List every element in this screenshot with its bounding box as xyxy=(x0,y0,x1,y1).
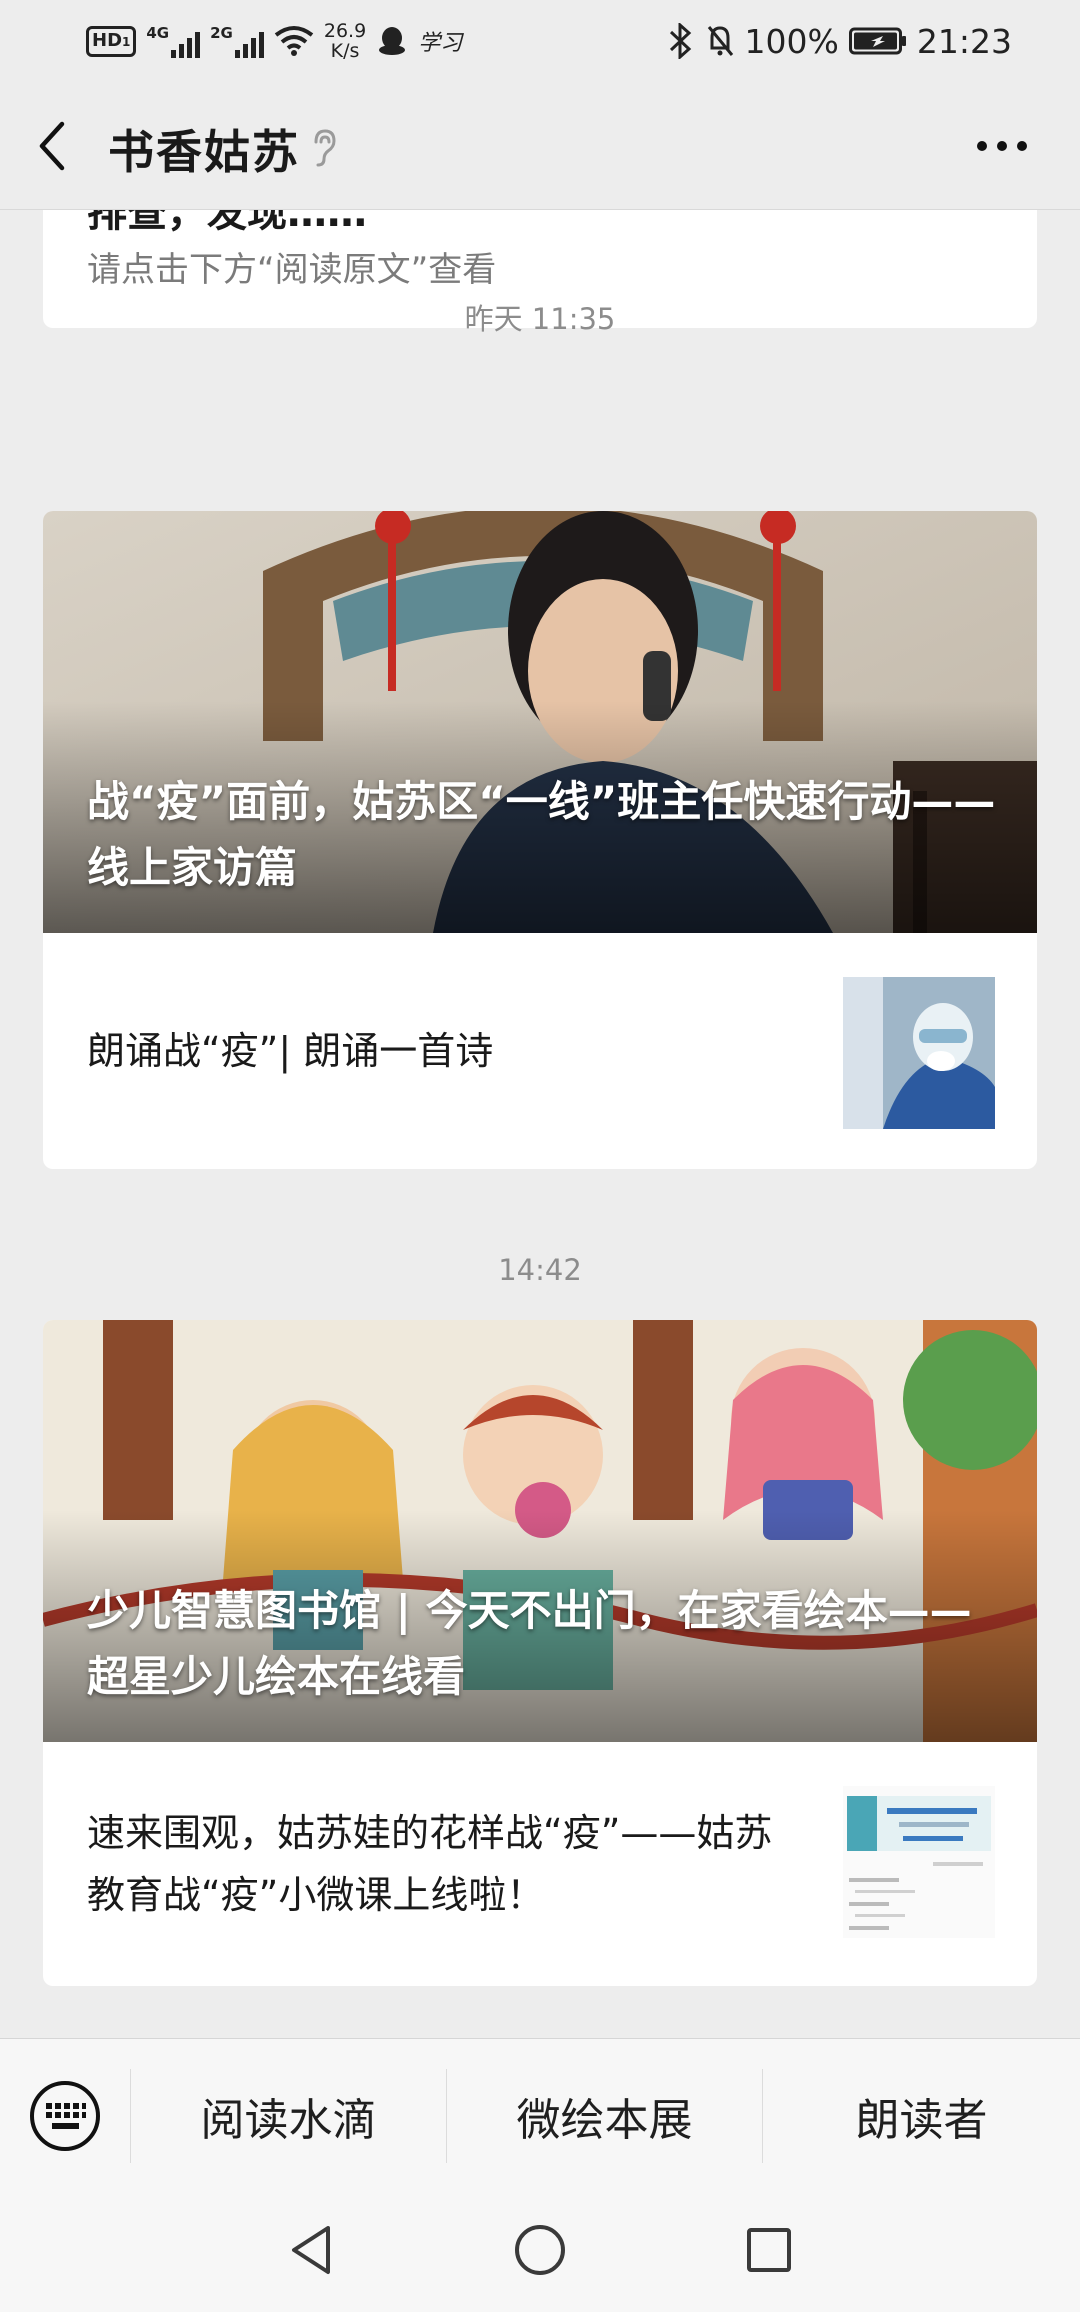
sub-article[interactable]: 朗诵战“疫”| 朗诵一首诗 xyxy=(43,933,1037,1169)
speed-value: 26.9 xyxy=(323,20,367,42)
sub-article-title: 朗诵战“疫”| 朗诵一首诗 xyxy=(87,1029,494,1073)
hd-label: HD xyxy=(92,29,123,51)
signal-icon-2: 2G xyxy=(210,24,264,58)
sub-article-thumbnail xyxy=(843,977,995,1129)
keyboard-icon[interactable] xyxy=(28,2079,102,2153)
menu-item-reader[interactable]: 朗读者 xyxy=(762,2069,1080,2163)
title-bar: 书香姑苏 xyxy=(0,82,1080,210)
cover-article[interactable]: 战“疫”面前，姑苏区“一线”班主任快速行动——线上家访篇 xyxy=(43,511,1037,933)
cover-title: 少儿智慧图书馆 | 今天不出门，在家看绘本——超星少儿绘本在线看 xyxy=(87,1586,972,1701)
menu-item-reading-drops[interactable]: 阅读水滴 xyxy=(130,2069,446,2163)
network-type-2: 2G xyxy=(210,24,233,42)
battery-icon xyxy=(848,27,906,55)
sub-article[interactable]: 速来围观，姑苏娃的花样战“疫”——姑苏教育战“疫”小微课上线啦！ xyxy=(43,1742,1037,1986)
battery-percent: 100% xyxy=(744,21,839,61)
network-type-1: 4G xyxy=(146,24,170,42)
wifi-icon xyxy=(274,26,314,56)
hd-icon: HD1 xyxy=(86,25,137,57)
mute-icon xyxy=(707,26,733,56)
cover-title: 战“疫”面前，姑苏区“一线”班主任快速行动——线上家访篇 xyxy=(87,777,996,892)
status-left: HD1 4G 2G 26.9 K/s 学习 xyxy=(86,18,462,64)
article-group-card: 少儿智慧图书馆 | 今天不出门，在家看绘本——超星少儿绘本在线看 速来围观，姑苏… xyxy=(43,1320,1037,1986)
bluetooth-icon xyxy=(669,23,691,59)
nav-recents-icon[interactable] xyxy=(744,2222,794,2278)
status-right: 100% 21:23 xyxy=(665,18,1012,64)
message-feed[interactable]: 排查，发现…… 请点击下方“阅读原文”查看 昨天 11:35 战“疫”面前，姑苏… xyxy=(0,210,1080,2038)
back-icon[interactable] xyxy=(36,120,68,172)
cover-article[interactable]: 少儿智慧图书馆 | 今天不出门，在家看绘本——超星少儿绘本在线看 xyxy=(43,1320,1037,1742)
menu-item-picture-book[interactable]: 微绘本展 xyxy=(446,2069,762,2163)
hd-sub-label: 1 xyxy=(122,34,131,49)
sub-article-thumbnail xyxy=(843,1786,995,1938)
network-speed: 26.9 K/s xyxy=(324,21,366,61)
page-title: 书香姑苏 xyxy=(108,125,300,179)
message-timestamp: 昨天 11:35 xyxy=(464,302,616,336)
read-original-hint: 请点击下方“阅读原文”查看 xyxy=(87,250,497,290)
sub-article-title: 速来围观，姑苏娃的花样战“疫”——姑苏教育战“疫”小微课上线啦！ xyxy=(87,1811,773,1917)
ear-icon[interactable] xyxy=(308,128,340,168)
system-navigation-bar xyxy=(0,2192,1080,2312)
bottom-menu: 阅读水滴 微绘本展 朗读者 xyxy=(0,2038,1080,2192)
article-snippet: 排查，发现…… xyxy=(87,210,367,236)
study-app-icon: 学习 xyxy=(418,31,463,56)
clock: 21:23 xyxy=(916,21,1012,61)
article-group-card: 战“疫”面前，姑苏区“一线”班主任快速行动——线上家访篇 朗诵战“疫”| 朗诵一… xyxy=(43,511,1037,1169)
message-timestamp: 14:42 xyxy=(498,1253,582,1287)
speed-unit: K/s xyxy=(330,40,360,62)
qq-icon xyxy=(379,27,406,55)
nav-back-icon[interactable] xyxy=(286,2222,336,2278)
nav-home-icon[interactable] xyxy=(512,2222,568,2278)
more-icon[interactable] xyxy=(976,140,1028,152)
signal-icon-1: 4G xyxy=(146,24,201,58)
status-bar: HD1 4G 2G 26.9 K/s 学习 100% 21:23 xyxy=(0,0,1080,82)
